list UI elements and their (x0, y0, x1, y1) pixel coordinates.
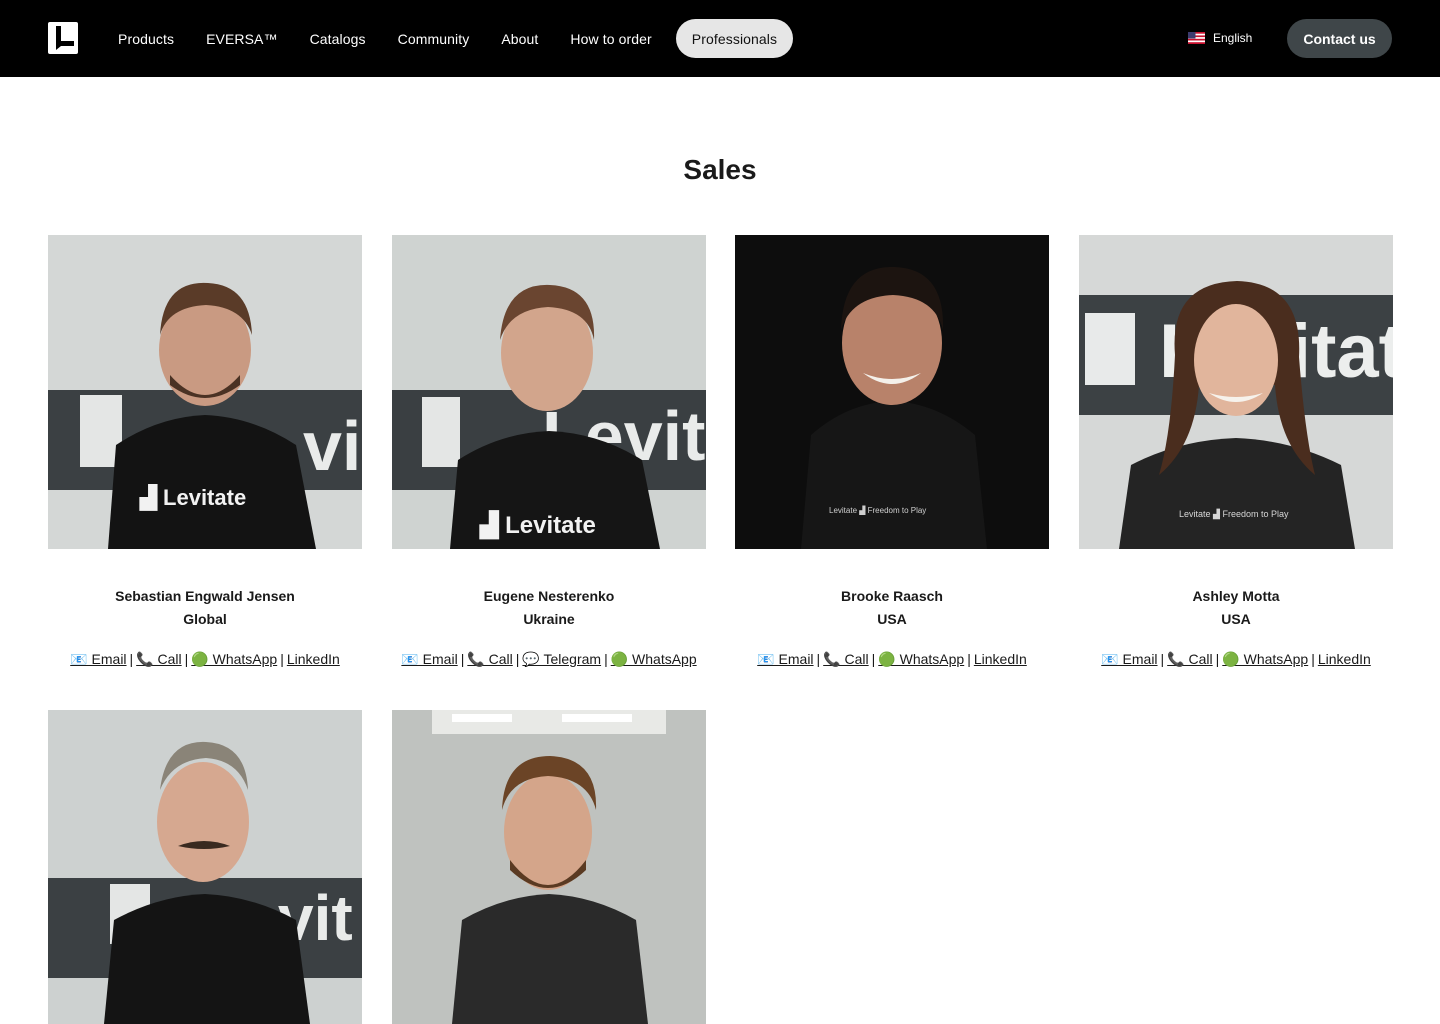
person-photo: vit ▟ Levitate (48, 235, 362, 549)
nav-about[interactable]: About (485, 19, 554, 58)
nav-professionals[interactable]: Professionals (675, 19, 794, 58)
logo-icon (56, 26, 74, 50)
svg-text:vit: vit (303, 407, 362, 485)
svg-text:Levitate ▟ Freedom to Play: Levitate ▟ Freedom to Play (1179, 508, 1289, 520)
nav-products[interactable]: Products (102, 19, 190, 58)
linkedin-link[interactable]: LinkedIn (974, 651, 1027, 667)
email-link[interactable]: 📧 Email (70, 651, 126, 667)
svg-text:▟ Levitate: ▟ Levitate (479, 510, 596, 540)
nav-eversa[interactable]: EVERSA™ (190, 19, 294, 58)
team-card: vit (48, 710, 362, 1024)
us-flag-icon (1188, 32, 1205, 44)
whatsapp-link[interactable]: 🟢 WhatsApp (1222, 651, 1308, 667)
call-link[interactable]: 📞 Call (136, 651, 181, 667)
nav-community[interactable]: Community (382, 19, 486, 58)
person-region: USA (877, 611, 907, 627)
team-card (392, 710, 706, 1024)
team-card: Levitate ▟ Levitate Eugene Nesterenko Uk… (392, 235, 706, 668)
person-name: Sebastian Engwald Jensen (115, 588, 295, 604)
top-navigation-bar: Products EVERSA™ Catalogs Community Abou… (0, 0, 1440, 77)
levitate-logo[interactable] (48, 22, 78, 54)
whatsapp-link[interactable]: 🟢 WhatsApp (611, 651, 697, 667)
email-link[interactable]: 📧 Email (401, 651, 457, 667)
contact-links: 📧 Email | 📞 Call | 🟢 WhatsApp | LinkedIn (1101, 651, 1371, 667)
svg-text:Levitate ▟ Freedom to Play: Levitate ▟ Freedom to Play (829, 505, 926, 515)
call-link[interactable]: 📞 Call (467, 651, 512, 667)
call-link[interactable]: 📞 Call (1167, 651, 1212, 667)
language-label: English (1213, 31, 1253, 45)
person-region: Ukraine (523, 611, 575, 627)
svg-text:▟ Levitate: ▟ Levitate (139, 483, 246, 511)
email-link[interactable]: 📧 Email (1101, 651, 1157, 667)
contact-us-button[interactable]: Contact us (1287, 19, 1392, 58)
whatsapp-link[interactable]: 🟢 WhatsApp (878, 651, 964, 667)
person-region: USA (1221, 611, 1251, 627)
whatsapp-link[interactable]: 🟢 WhatsApp (191, 651, 277, 667)
contact-links: 📧 Email | 📞 Call | 🟢 WhatsApp | LinkedIn (757, 651, 1027, 667)
person-name: Brooke Raasch (841, 588, 943, 604)
person-region: Global (183, 611, 227, 627)
main-nav: Products EVERSA™ Catalogs Community Abou… (102, 19, 794, 58)
contact-links: 📧 Email | 📞 Call | 💬 Telegram | 🟢 WhatsApp (401, 651, 697, 667)
section-title: Sales (683, 154, 757, 185)
person-photo (392, 710, 706, 1024)
language-selector[interactable]: English (1188, 28, 1252, 48)
team-card: vit ▟ Levitate Sebastian Engwald Jensen … (48, 235, 362, 668)
nav-how-to-order[interactable]: How to order (554, 19, 667, 58)
person-name: Ashley Motta (1192, 588, 1280, 604)
person-photo: Levitate ▟ Levitate (392, 235, 706, 549)
contact-links: 📧 Email | 📞 Call | 🟢 WhatsApp | LinkedIn (70, 651, 340, 667)
team-card: Levitate ▟ Freedom to Play Brooke Raasch… (735, 235, 1049, 668)
email-link[interactable]: 📧 Email (757, 651, 813, 667)
person-photo: vit (48, 710, 362, 1024)
team-card: Levitate Levitate ▟ Freedom to Play Ashl… (1079, 235, 1393, 668)
telegram-link[interactable]: 💬 Telegram (522, 651, 601, 667)
person-photo: Levitate Levitate ▟ Freedom to Play (1079, 235, 1393, 549)
linkedin-link[interactable]: LinkedIn (287, 651, 340, 667)
person-photo: Levitate ▟ Freedom to Play (735, 235, 1049, 549)
nav-catalogs[interactable]: Catalogs (294, 19, 382, 58)
linkedin-link[interactable]: LinkedIn (1318, 651, 1371, 667)
call-link[interactable]: 📞 Call (823, 651, 868, 667)
person-name: Eugene Nesterenko (483, 588, 615, 604)
